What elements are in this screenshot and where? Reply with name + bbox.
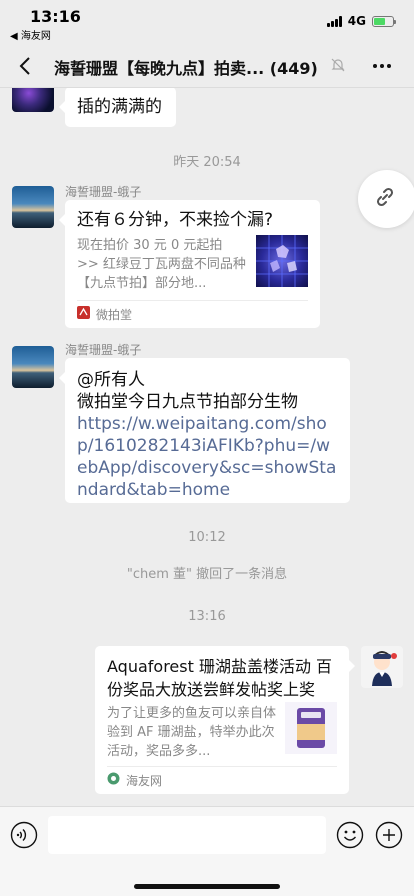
link-message[interactable]: @所有人 微拍堂今日九点节拍部分生物 https://w.weipaitang.… [59,358,350,503]
battery-icon [372,15,396,27]
message-text: @所有人 微拍堂今日九点节拍部分生物 [77,370,298,412]
my-avatar[interactable] [361,646,403,688]
status-time: 13:16 [30,7,81,26]
chat-message-list[interactable]: 插的满满的 昨天 20:54 海誓珊盟-蛾子 还有６分钟，不来捡个漏? 现在拍价… [0,88,414,806]
card-thumbnail [256,235,308,287]
card-description: 为了让更多的鱼友可以亲自体验到 AF 珊湖盐，特举办此次活动，奖品多多... [107,706,277,759]
back-to-app-link[interactable]: ◀ 海友网 [10,27,51,42]
weipaitang-logo-icon [77,304,90,326]
bell-off-icon [330,57,346,73]
shared-card[interactable]: Aquaforest 珊湖盐盖楼活动 百份奖品大放送尝鲜发帖奖上奖 为了让更多的… [95,646,355,794]
network-label: 4G [347,14,366,28]
card-description: 现在拍价 30 元 0 元起拍 >> 红绿豆丁瓦两盘不同品种【九点节拍】部分地.… [77,238,246,291]
sender-avatar[interactable] [12,88,54,112]
status-indicators: 4G [326,14,396,28]
sender-name: 海誓珊盟-蛾子 [65,343,142,357]
sender-avatar[interactable] [12,186,54,228]
timestamp: 10:12 [188,530,226,545]
card-source: 微拍堂 [77,300,308,328]
more-dots-icon[interactable] [370,54,394,78]
sender-avatar[interactable] [12,346,54,388]
card-title: Aquaforest 珊湖盐盖楼活动 百份奖品大放送尝鲜发帖奖上奖 [107,657,333,699]
timestamp: 昨天 20:54 [173,155,241,170]
chat-title: 海誓珊盟【每晚九点】拍卖... (449) [54,59,318,78]
message-input[interactable] [48,816,326,854]
voice-icon[interactable] [10,821,38,849]
card-source: 海友网 [107,766,337,794]
text-message[interactable]: 插的满满的 [59,88,176,127]
link-floating-button[interactable] [358,170,414,228]
haiyouwang-logo-icon [107,770,120,792]
timestamp: 13:16 [188,609,226,624]
card-title: 还有６分钟，不来捡个漏? [77,210,274,230]
card-source-name: 微拍堂 [96,307,133,322]
home-indicator[interactable] [134,884,280,889]
status-bar: 13:16 ◀ 海友网 4G [0,0,414,44]
card-source-name: 海友网 [126,773,163,788]
input-toolbar [0,806,414,896]
link-chain-icon [374,186,396,212]
sender-name: 海誓珊盟-蛾子 [65,185,142,199]
signal-icon [326,15,342,27]
emoji-icon[interactable] [336,821,364,849]
card-thumbnail [285,702,337,754]
recall-notice: "chem 董" 撤回了一条消息 [126,567,288,582]
shared-card[interactable]: 还有６分钟，不来捡个漏? 现在拍价 30 元 0 元起拍 >> 红绿豆丁瓦两盘不… [59,200,320,328]
message-url-link[interactable]: https://w.weipaitang.com/shop/1610282143… [77,414,336,500]
plus-icon[interactable] [375,821,403,849]
back-chevron-icon[interactable] [14,54,38,78]
chat-header: 海誓珊盟【每晚九点】拍卖... (449) [0,44,414,88]
